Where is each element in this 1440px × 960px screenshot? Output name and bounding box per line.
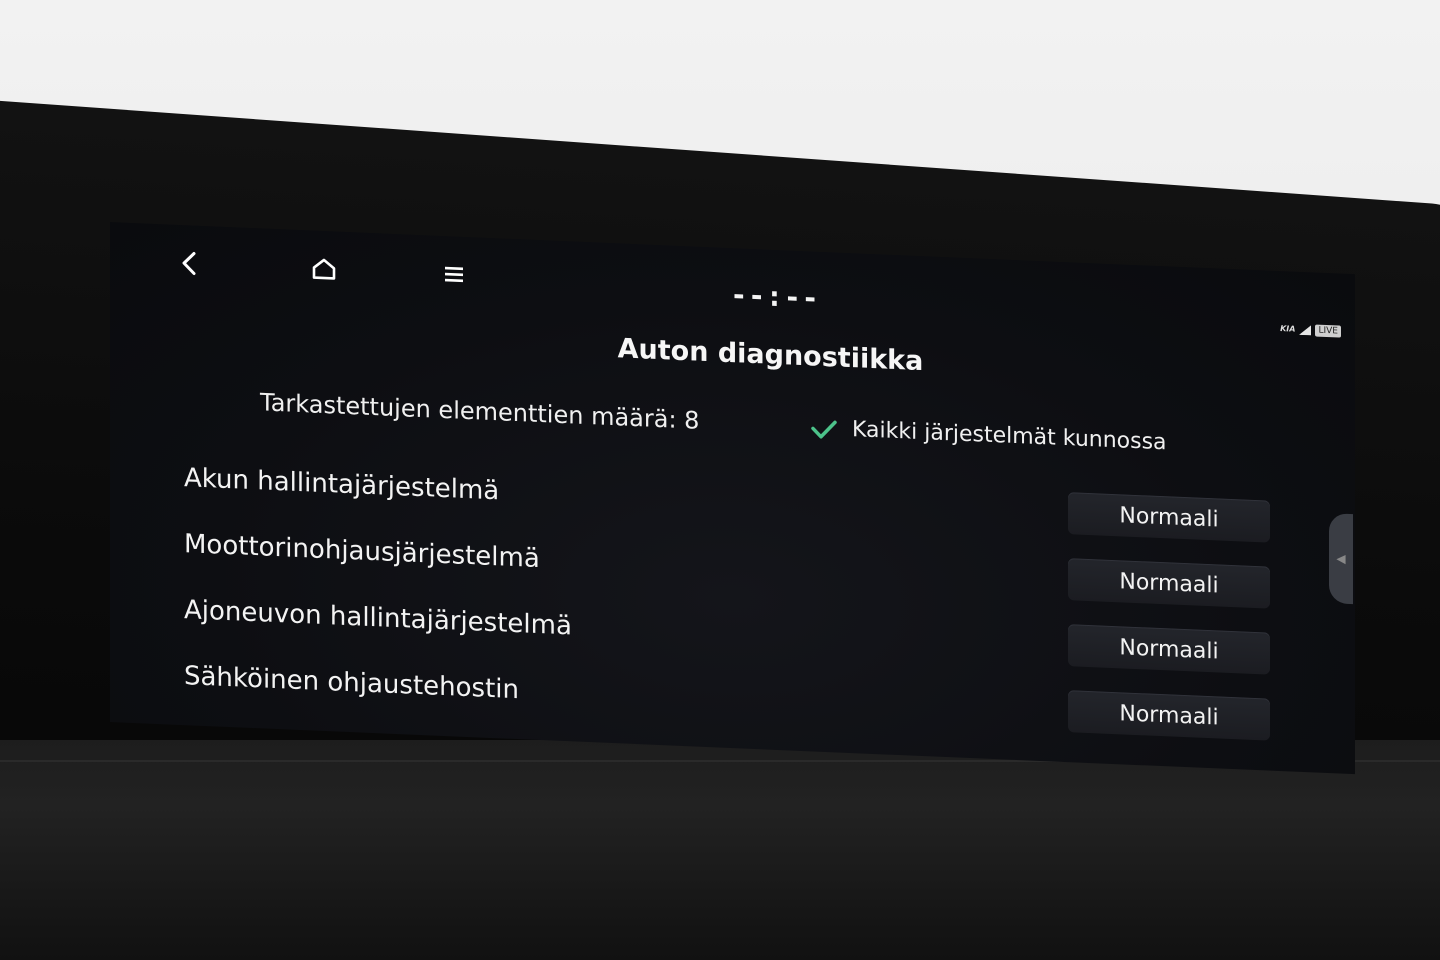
all-systems-ok-label: Kaikki järjestelmät kunnossa bbox=[852, 417, 1167, 456]
home-icon bbox=[311, 256, 337, 285]
status-icons: KIA LIVE bbox=[1280, 319, 1341, 341]
home-button[interactable] bbox=[300, 248, 348, 294]
status-button-vehicle-control[interactable]: Normaali bbox=[1068, 624, 1270, 675]
all-systems-ok-status: Kaikki järjestelmät kunnossa bbox=[810, 415, 1167, 455]
live-badge: LIVE bbox=[1315, 324, 1341, 338]
signal-icon bbox=[1299, 320, 1312, 340]
left-arrow-icon: ◀ bbox=[1336, 551, 1346, 566]
row-label: Ajoneuvon hallintajärjestelmä bbox=[184, 595, 572, 642]
photo-scene: --:-- KIA LIVE Auton diagnostiikka Tarka… bbox=[0, 0, 1440, 960]
status-button-power-steering[interactable]: Normaali bbox=[1068, 690, 1270, 741]
kia-logo: KIA bbox=[1280, 324, 1296, 334]
status-button-engine[interactable]: Normaali bbox=[1068, 558, 1270, 609]
menu-button[interactable] bbox=[430, 253, 478, 299]
back-button[interactable] bbox=[165, 242, 213, 288]
check-icon bbox=[810, 417, 838, 440]
dashboard-trim bbox=[0, 740, 1440, 960]
row-label: Moottorinohjausjärjestelmä bbox=[184, 529, 540, 575]
row-label: Akun hallintajärjestelmä bbox=[184, 463, 500, 507]
infotainment-screen: --:-- KIA LIVE Auton diagnostiikka Tarka… bbox=[110, 222, 1355, 775]
checked-elements-count: Tarkastettujen elementtien määrä: 8 bbox=[260, 388, 700, 435]
status-button-battery[interactable]: Normaali bbox=[1068, 492, 1270, 543]
menu-icon bbox=[443, 265, 465, 288]
clock: --:-- bbox=[730, 278, 820, 315]
side-panel-handle[interactable]: ◀ bbox=[1329, 513, 1353, 605]
row-label: Sähköinen ohjaustehostin bbox=[184, 661, 519, 706]
back-chevron-icon bbox=[178, 250, 200, 281]
